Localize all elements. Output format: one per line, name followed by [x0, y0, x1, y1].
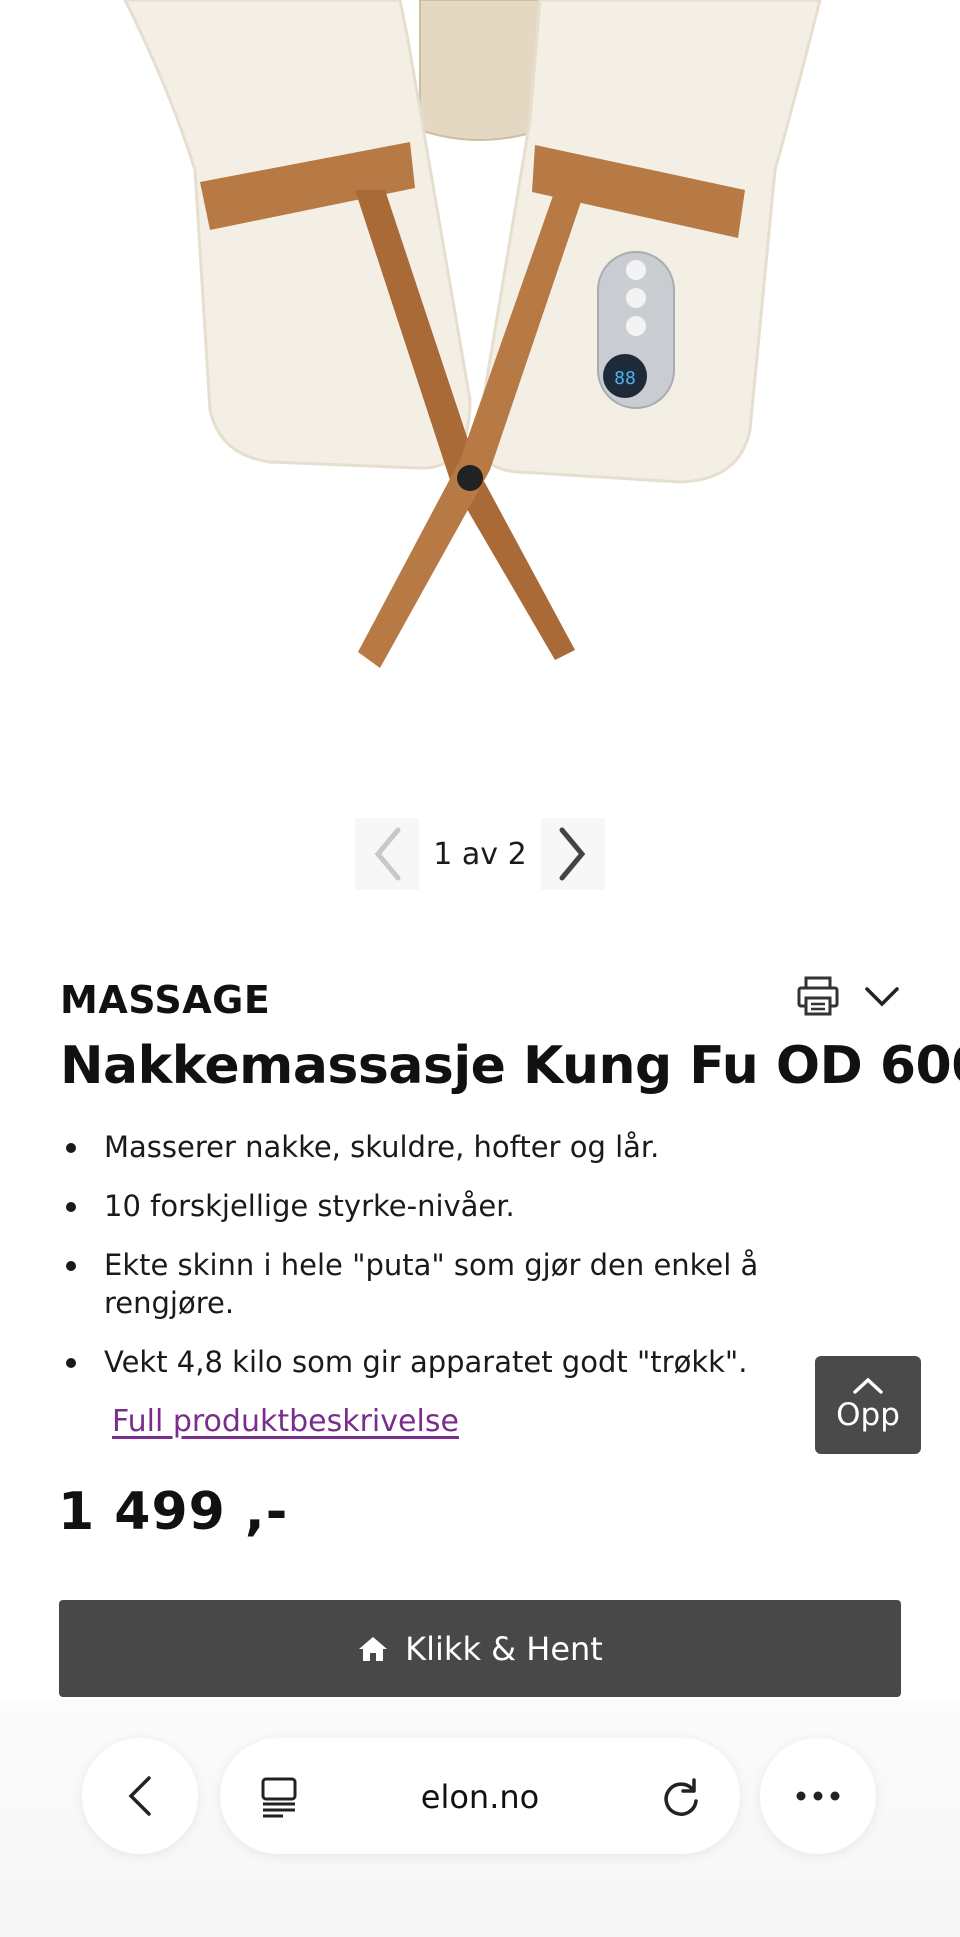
more-options-button[interactable] [760, 1738, 876, 1854]
expand-tools-button[interactable] [864, 985, 900, 1013]
product-image: 88 [0, 0, 960, 760]
previous-image-button[interactable] [355, 818, 419, 890]
browser-back-button[interactable] [82, 1738, 198, 1854]
chevron-right-icon [559, 827, 586, 881]
product-tools [796, 976, 900, 1022]
scroll-to-top-label: Opp [836, 1397, 900, 1433]
product-price: 1 499 ,- [58, 1482, 289, 1542]
address-bar[interactable]: elon.no [220, 1738, 740, 1854]
image-counter: 1 av 2 [433, 836, 527, 872]
chevron-up-icon [853, 1377, 883, 1394]
product-category: MASSAGE [60, 978, 271, 1022]
chevron-left-icon [374, 827, 401, 881]
back-icon [128, 1776, 151, 1816]
device-display: 88 [614, 368, 636, 389]
scroll-to-top-button[interactable]: Opp [815, 1356, 921, 1454]
list-item: 10 forskjellige styrke-nivåer. [60, 1187, 800, 1225]
reload-icon [664, 1778, 698, 1816]
click-and-collect-button[interactable]: Klikk & Hent [59, 1600, 901, 1697]
neck-massager-illustration: 88 [123, 0, 822, 668]
list-item: Ekte skinn i hele "puta" som gjør den en… [60, 1246, 800, 1322]
next-image-button[interactable] [540, 818, 605, 890]
product-title: Nakkemassasje Kung Fu OD 600 [60, 1036, 960, 1096]
list-item: Masserer nakke, skuldre, hofter og lår. [60, 1128, 800, 1166]
click-and-collect-label: Klikk & Hent [405, 1629, 603, 1668]
printer-icon [797, 976, 839, 1016]
home-icon [359, 1636, 388, 1661]
product-highlights: Masserer nakke, skuldre, hofter og lår. … [60, 1128, 800, 1402]
more-icon [796, 1791, 840, 1801]
full-description-link[interactable]: Full produktbeskrivelse [112, 1404, 459, 1439]
gallery-pager: 1 av 2 [355, 818, 605, 890]
reload-button[interactable] [658, 1774, 704, 1820]
print-button[interactable] [796, 976, 840, 1022]
list-item: Vekt 4,8 kilo som gir apparatet godt "tr… [60, 1343, 800, 1381]
chevron-down-icon [865, 987, 899, 1007]
browser-toolbar: elon.no [0, 1700, 960, 1937]
